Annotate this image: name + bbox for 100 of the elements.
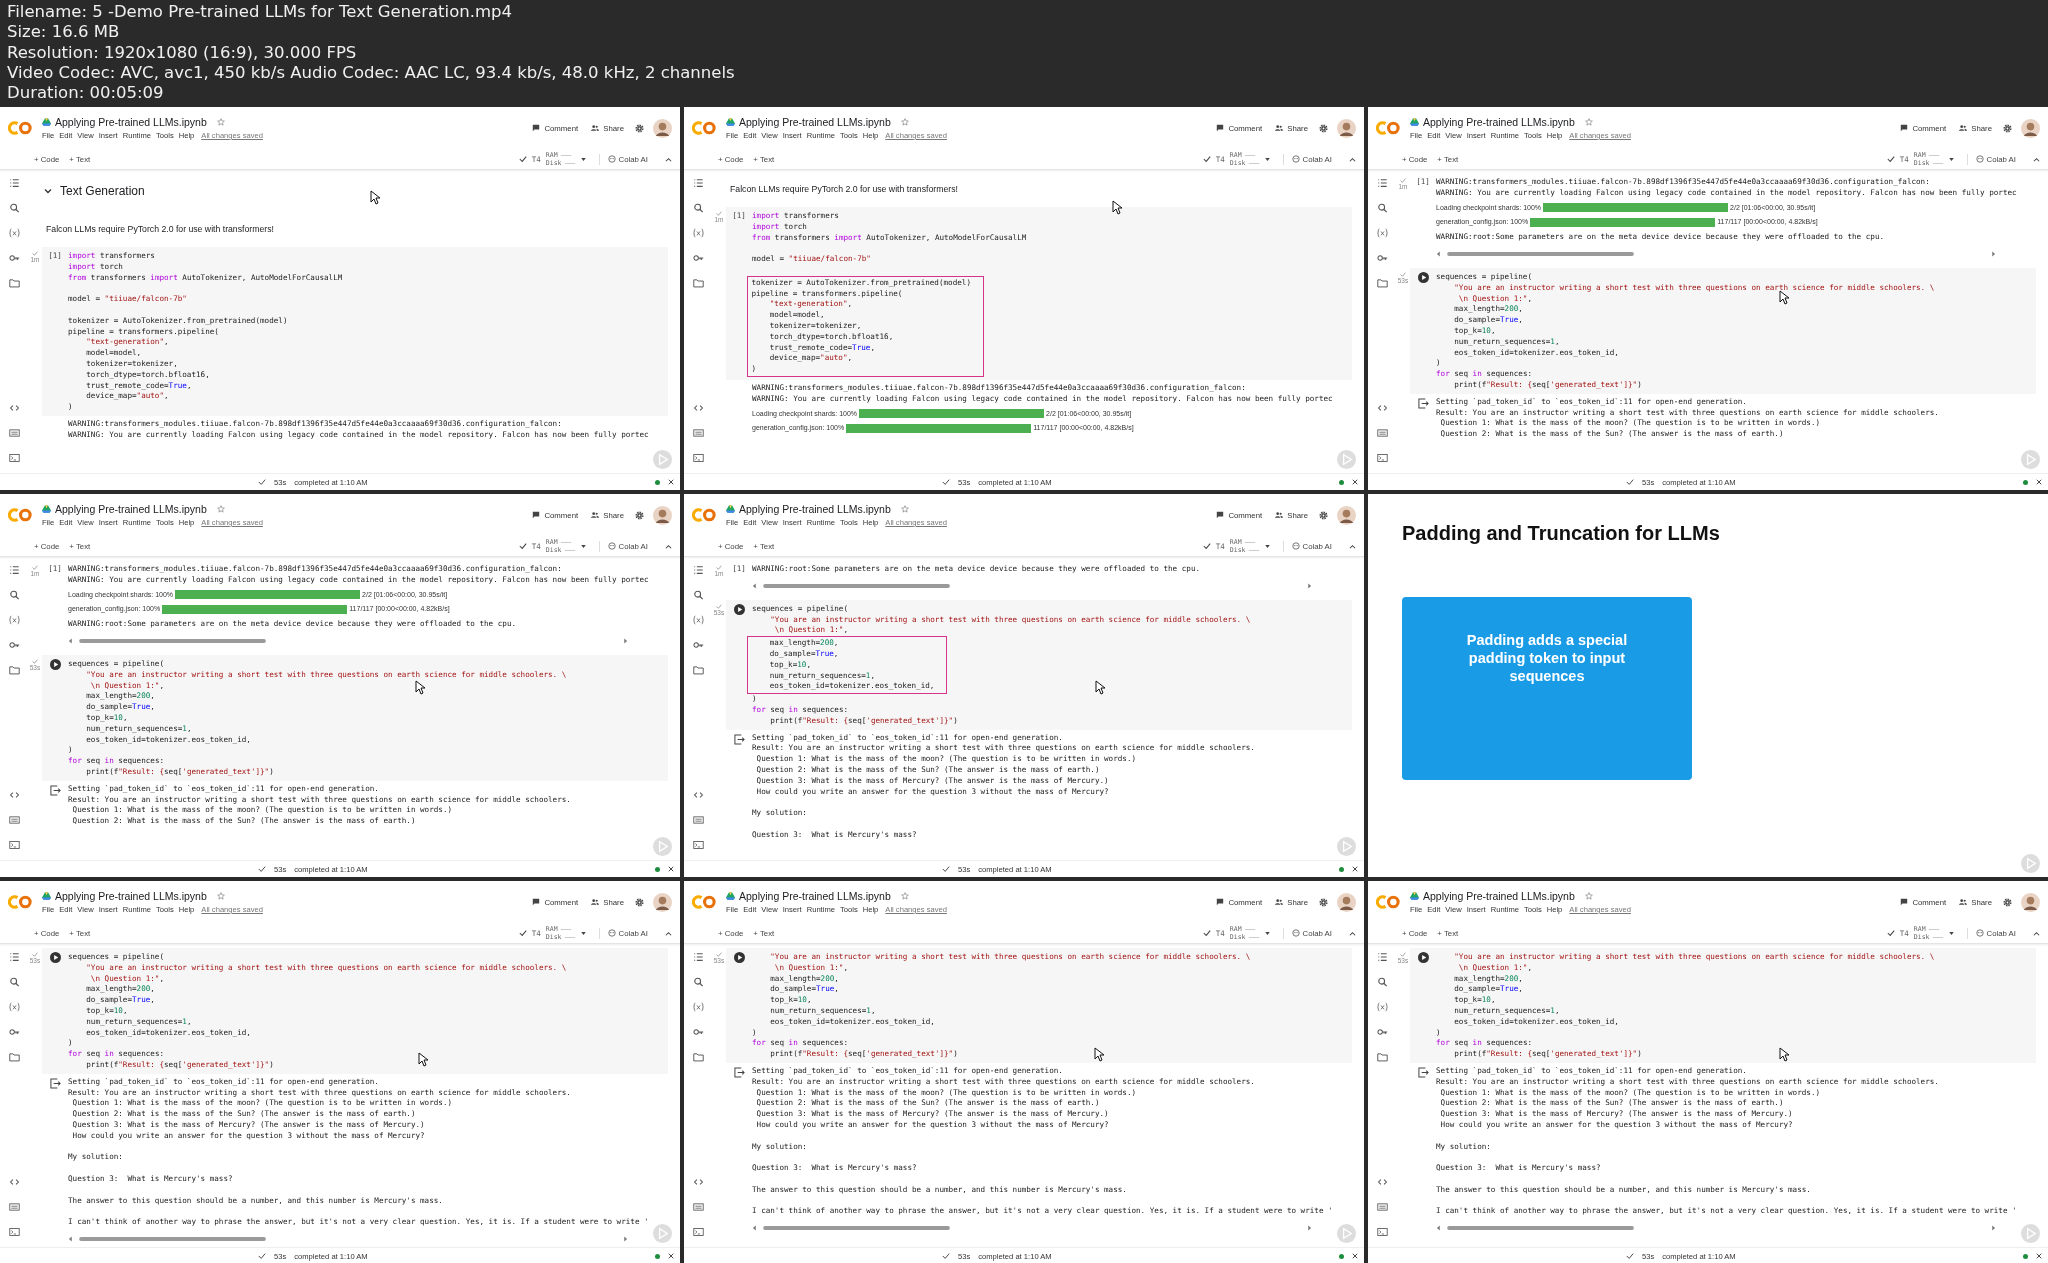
code-cell[interactable] <box>726 207 1352 380</box>
drive-icon[interactable] <box>42 892 51 900</box>
horizontal-scrollbar[interactable] <box>752 1225 1312 1232</box>
drive-icon[interactable] <box>726 505 735 513</box>
star-icon[interactable] <box>216 118 225 126</box>
code-cell[interactable] <box>42 948 668 1074</box>
caret-icon[interactable] <box>580 544 586 548</box>
variables-icon[interactable] <box>8 228 20 238</box>
key-icon[interactable] <box>8 640 20 650</box>
close-icon[interactable] <box>668 1253 674 1259</box>
avatar[interactable] <box>1337 892 1356 912</box>
variables-icon[interactable] <box>1376 1002 1388 1012</box>
star-icon[interactable] <box>216 505 225 513</box>
collapse-icon[interactable] <box>1349 930 1356 936</box>
avatar[interactable] <box>653 118 672 138</box>
close-icon[interactable] <box>2036 479 2042 485</box>
variables-icon[interactable] <box>8 615 20 625</box>
collapse-icon[interactable] <box>665 543 672 549</box>
command-palette-icon[interactable] <box>8 815 20 825</box>
command-palette-icon[interactable] <box>8 428 20 438</box>
key-icon[interactable] <box>692 253 704 263</box>
avatar[interactable] <box>2021 892 2040 912</box>
code-cell[interactable] <box>1410 268 2036 394</box>
folder-icon[interactable] <box>692 1052 704 1062</box>
collapse-icon[interactable] <box>1349 543 1356 549</box>
settings-icon[interactable] <box>1319 123 1328 133</box>
collapse-icon[interactable] <box>2033 156 2040 162</box>
terminal-icon[interactable] <box>8 1227 20 1237</box>
horizontal-scrollbar[interactable] <box>68 1235 628 1242</box>
caret-icon[interactable] <box>1264 931 1270 935</box>
caret-icon[interactable] <box>580 157 586 161</box>
command-palette-icon[interactable] <box>1376 428 1388 438</box>
collapse-icon[interactable] <box>665 156 672 162</box>
close-icon[interactable] <box>668 479 674 485</box>
notebook-title[interactable]: Applying Pre-trained LLMs.ipynb <box>1423 890 1575 902</box>
star-icon[interactable] <box>1584 118 1593 126</box>
search-icon[interactable] <box>8 203 20 213</box>
table-of-contents-icon[interactable] <box>8 565 20 575</box>
table-of-contents-icon[interactable] <box>8 178 20 188</box>
terminal-icon[interactable] <box>1376 453 1388 463</box>
variables-icon[interactable] <box>1376 228 1388 238</box>
collapse-icon[interactable] <box>665 930 672 936</box>
folder-icon[interactable] <box>692 278 704 288</box>
terminal-icon[interactable] <box>692 453 704 463</box>
search-icon[interactable] <box>692 203 704 213</box>
caret-icon[interactable] <box>1264 544 1270 548</box>
code-snippets-icon[interactable] <box>1376 1177 1388 1187</box>
output-menu-icon[interactable] <box>733 733 745 745</box>
code-snippets-icon[interactable] <box>692 403 704 413</box>
close-icon[interactable] <box>1352 1253 1358 1259</box>
settings-icon[interactable] <box>2003 123 2012 133</box>
settings-icon[interactable] <box>2003 897 2012 907</box>
table-of-contents-icon[interactable] <box>1376 178 1388 188</box>
variables-icon[interactable] <box>8 1002 20 1012</box>
code-snippets-icon[interactable] <box>692 790 704 800</box>
folder-icon[interactable] <box>8 278 20 288</box>
drive-icon[interactable] <box>42 505 51 513</box>
star-icon[interactable] <box>900 505 909 513</box>
star-icon[interactable] <box>1584 892 1593 900</box>
notebook-title[interactable]: Applying Pre-trained LLMs.ipynb <box>1423 116 1575 128</box>
variables-icon[interactable] <box>692 228 704 238</box>
code-cell[interactable] <box>726 599 1352 730</box>
folder-icon[interactable] <box>1376 278 1388 288</box>
search-icon[interactable] <box>8 977 20 987</box>
table-of-contents-icon[interactable] <box>692 178 704 188</box>
table-of-contents-icon[interactable] <box>692 952 704 962</box>
folder-icon[interactable] <box>8 1052 20 1062</box>
star-icon[interactable] <box>900 892 909 900</box>
variables-icon[interactable] <box>692 615 704 625</box>
output-menu-icon[interactable] <box>49 1077 61 1089</box>
folder-icon[interactable] <box>8 665 20 675</box>
terminal-icon[interactable] <box>1376 1227 1388 1237</box>
avatar[interactable] <box>653 505 672 525</box>
table-of-contents-icon[interactable] <box>692 565 704 575</box>
avatar[interactable] <box>2021 118 2040 138</box>
search-icon[interactable] <box>1376 977 1388 987</box>
output-menu-icon[interactable] <box>1417 397 1429 409</box>
output-menu-icon[interactable] <box>1417 1066 1429 1078</box>
key-icon[interactable] <box>692 1027 704 1037</box>
run-icon[interactable] <box>1417 272 1429 283</box>
horizontal-scrollbar[interactable] <box>1436 251 1996 257</box>
horizontal-scrollbar[interactable] <box>68 638 628 644</box>
key-icon[interactable] <box>8 1027 20 1037</box>
caret-icon[interactable] <box>1948 157 1954 161</box>
horizontal-scrollbar[interactable] <box>752 582 1312 589</box>
drive-icon[interactable] <box>726 118 735 126</box>
code-snippets-icon[interactable] <box>692 1177 704 1187</box>
run-icon[interactable] <box>733 952 745 963</box>
run-icon[interactable] <box>1417 952 1429 963</box>
settings-icon[interactable] <box>1319 897 1328 907</box>
command-palette-icon[interactable] <box>692 1202 704 1212</box>
code-cell[interactable] <box>1410 948 2036 1063</box>
command-palette-icon[interactable] <box>8 1202 20 1212</box>
code-cell[interactable] <box>42 655 668 781</box>
search-icon[interactable] <box>692 977 704 987</box>
star-icon[interactable] <box>216 892 225 900</box>
settings-icon[interactable] <box>635 123 644 133</box>
output-menu-icon[interactable] <box>49 784 61 796</box>
collapse-icon[interactable] <box>2033 930 2040 936</box>
run-icon[interactable] <box>49 952 61 963</box>
